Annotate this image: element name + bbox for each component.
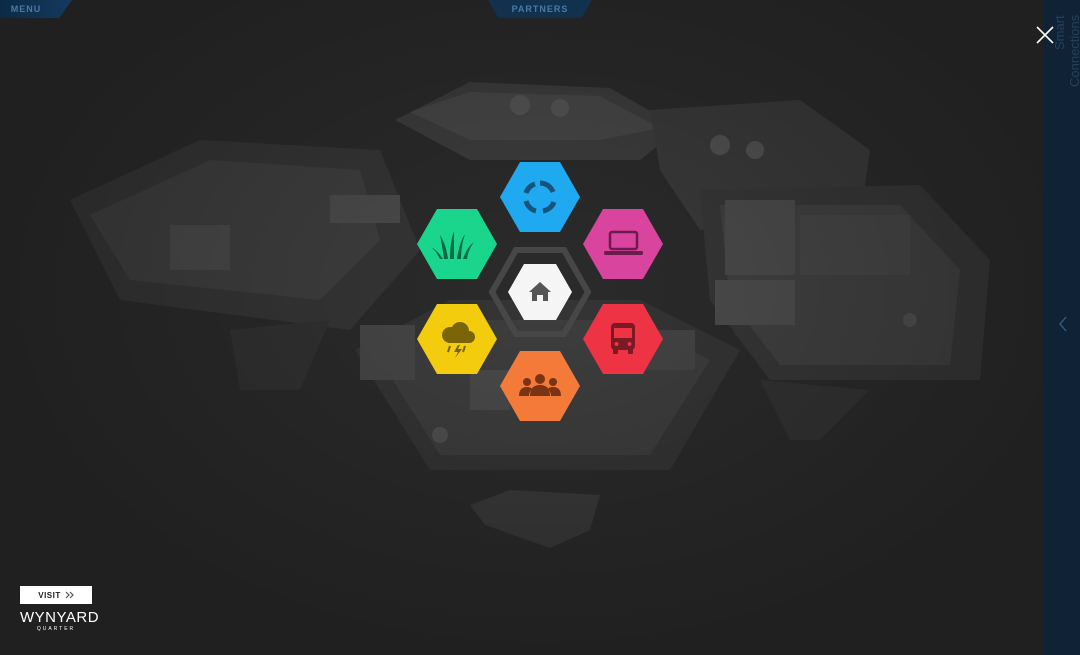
hex-button-weather[interactable]	[417, 304, 497, 374]
hex-button-loop[interactable]	[500, 162, 580, 232]
hex-button-bus[interactable]	[583, 304, 663, 374]
hex-button-community[interactable]	[500, 351, 580, 421]
category-hex-menu	[417, 162, 663, 421]
visit-button-label: VISIT	[38, 590, 61, 600]
hex-button-environment[interactable]	[417, 209, 497, 279]
brand-block: VISIT WYNYARD QUARTER	[20, 586, 100, 632]
logo-wordmark: WYNYARD	[20, 609, 100, 626]
hex-button-laptop[interactable]	[583, 209, 663, 279]
hex-button-home[interactable]	[508, 264, 572, 320]
logo-subtitle: QUARTER	[36, 626, 76, 632]
visit-button[interactable]: VISIT	[20, 586, 92, 604]
double-chevron-right-icon	[65, 591, 74, 599]
bus-icon	[611, 323, 635, 354]
